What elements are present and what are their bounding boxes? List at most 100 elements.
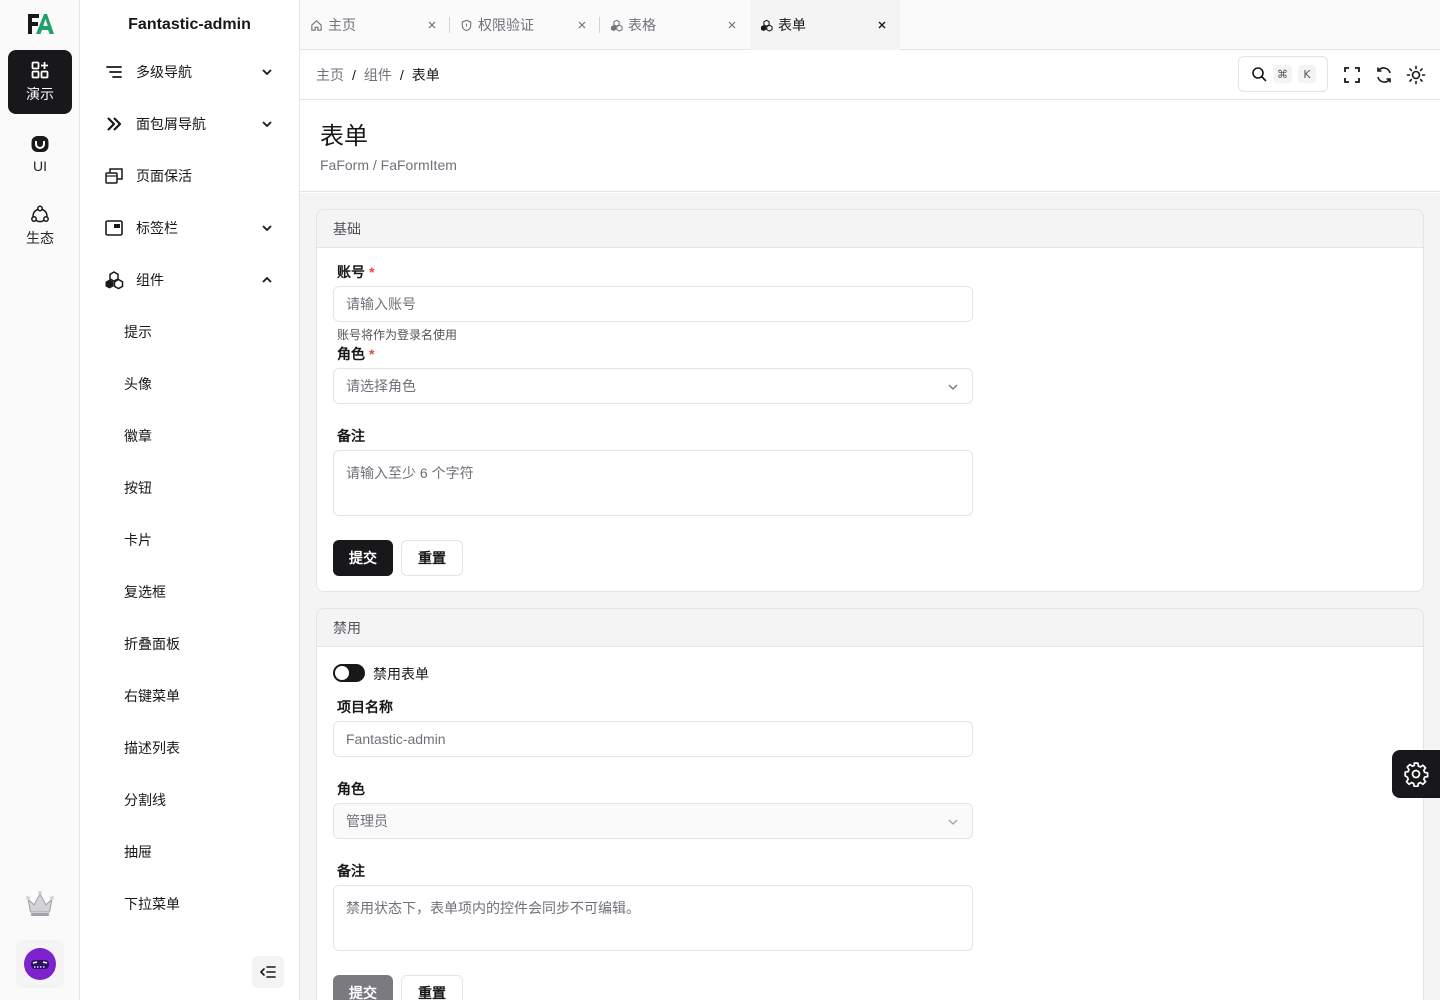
tab-label: 表格 <box>628 17 656 33</box>
components-icon <box>105 271 124 290</box>
rail-item-demo[interactable]: 演示 <box>8 50 72 114</box>
remark-textarea[interactable] <box>333 450 973 516</box>
sidebar-item-components[interactable]: 组件 <box>96 258 284 302</box>
sidebar-item-multilevel-nav[interactable]: 多级导航 <box>96 50 284 94</box>
breadcrumb-item[interactable]: 主页 <box>316 65 344 85</box>
app-title: Fantastic-admin <box>128 16 251 33</box>
close-icon[interactable] <box>576 19 588 31</box>
sidebar-item-card[interactable]: 卡片 <box>96 518 284 562</box>
sidebar-item-descriptions[interactable]: 描述列表 <box>96 726 284 770</box>
refresh-icon[interactable] <box>1374 65 1394 85</box>
role-select-value: 管理员 <box>346 813 388 829</box>
form-card-basic: 基础 账号* 账号将作为登录名使用 角色* 请选择角色 备注 提交 重置 <box>316 209 1424 592</box>
tab-home[interactable]: 主页 <box>300 0 450 50</box>
indent-decrease-icon <box>259 966 276 978</box>
sidebar-item-avatar[interactable]: 头像 <box>96 362 284 406</box>
sidebar-item-breadcrumb-nav[interactable]: 面包屑导航 <box>96 102 284 146</box>
chevron-up-icon <box>262 276 272 283</box>
tab-window-icon <box>105 220 123 236</box>
required-mark: * <box>369 264 375 280</box>
tab-form[interactable]: 表单 <box>750 0 900 50</box>
sidebar-item-label: 标签栏 <box>136 220 178 236</box>
fullscreen-icon[interactable] <box>1342 65 1362 85</box>
rail-item-ecosystem[interactable]: 生态 <box>8 194 72 258</box>
sidebar-item-label: 面包屑导航 <box>136 116 206 132</box>
tab-label: 表单 <box>778 17 806 33</box>
submit-button[interactable]: 提交 <box>333 975 393 1000</box>
settings-button[interactable] <box>1392 750 1440 798</box>
sidebar-item-label: 折叠面板 <box>124 636 180 652</box>
tab-table[interactable]: 表格 <box>600 0 750 50</box>
app-rail: 演示 UI 生态 <box>0 0 80 1000</box>
search-button[interactable]: ⌘ K <box>1238 56 1328 92</box>
chevron-down-icon <box>948 384 958 390</box>
sidebar-item-label: 页面保活 <box>136 168 192 184</box>
main-content: 基础 账号* 账号将作为登录名使用 角色* 请选择角色 备注 提交 重置 禁用 <box>300 193 1440 1000</box>
chevron-down-icon <box>262 225 272 232</box>
shield-icon <box>461 19 472 31</box>
sidebar-item-keep-alive[interactable]: 页面保活 <box>96 154 284 198</box>
disable-form-label: 禁用表单 <box>373 666 429 682</box>
sidebar-item-checkbox[interactable]: 复选框 <box>96 570 284 614</box>
tab-permission[interactable]: 权限验证 <box>450 0 600 50</box>
reset-button[interactable]: 重置 <box>401 975 463 1000</box>
close-icon[interactable] <box>426 19 438 31</box>
card-title: 禁用 <box>333 619 361 636</box>
account-input[interactable] <box>333 286 973 322</box>
role-select[interactable]: 请选择角色 <box>333 368 973 404</box>
breadcrumb-separator: / <box>352 67 356 83</box>
sidebar-item-dropdown[interactable]: 下拉菜单 <box>96 882 284 926</box>
sidebar-collapse-button[interactable] <box>252 956 284 988</box>
crown-icon[interactable] <box>24 888 56 920</box>
sidebar-item-context-menu[interactable]: 右键菜单 <box>96 674 284 718</box>
rail-item-label: UI <box>33 158 47 174</box>
submit-button[interactable]: 提交 <box>333 540 393 576</box>
reset-button[interactable]: 重置 <box>401 540 463 576</box>
sidebar-item-label: 按钮 <box>124 480 152 496</box>
project-name-input[interactable]: Fantastic-admin <box>333 721 973 757</box>
gear-icon <box>1404 762 1429 787</box>
role-label-text: 角色 <box>337 346 365 362</box>
ecosystem-icon <box>31 205 49 223</box>
sidebar-item-label: 徽章 <box>124 428 152 444</box>
components-icon <box>760 19 773 32</box>
sidebar-item-badge[interactable]: 徽章 <box>96 414 284 458</box>
project-name-value: Fantastic-admin <box>346 731 446 747</box>
fa-logo-icon[interactable] <box>26 12 54 36</box>
apps-icon <box>31 61 49 79</box>
disable-form-switch[interactable] <box>333 664 365 682</box>
rail-item-label: 演示 <box>26 86 54 102</box>
chevron-down-icon <box>262 69 272 76</box>
project-name-label: 项目名称 <box>337 699 393 715</box>
role-label: 角色 <box>337 781 365 797</box>
sidebar-item-label: 多级导航 <box>136 64 192 80</box>
sidebar-item-label: 提示 <box>124 324 152 340</box>
close-icon[interactable] <box>726 19 738 31</box>
role-select[interactable]: 管理员 <box>333 803 973 839</box>
sidebar-item-tabbar[interactable]: 标签栏 <box>96 206 284 250</box>
sun-icon[interactable] <box>1406 65 1426 85</box>
search-icon <box>1252 67 1267 82</box>
breadcrumb: 主页 / 组件 / 表单 <box>316 50 440 100</box>
rail-item-ui[interactable]: UI <box>8 122 72 186</box>
sidebar-item-button[interactable]: 按钮 <box>96 466 284 510</box>
sidebar-item-drawer[interactable]: 抽屉 <box>96 830 284 874</box>
ui-icon <box>31 136 49 152</box>
sidebar-item-label: 卡片 <box>124 532 152 548</box>
user-avatar[interactable] <box>16 940 64 988</box>
sidebar-item-tooltip[interactable]: 提示 <box>96 310 284 354</box>
remark-label: 备注 <box>337 428 365 444</box>
sidebar-item-label: 复选框 <box>124 584 166 600</box>
remark-textarea[interactable] <box>333 885 973 951</box>
shortcut-mod-key: ⌘ <box>1273 65 1292 83</box>
shortcut-key: K <box>1298 65 1316 83</box>
breadcrumb-item[interactable]: 组件 <box>364 65 392 85</box>
sidebar-item-label: 抽屉 <box>124 844 152 860</box>
page-description: FaForm / FaFormItem <box>320 157 457 173</box>
breadcrumb-current: 表单 <box>411 67 440 83</box>
close-icon[interactable] <box>876 19 888 31</box>
sidebar-item-divider[interactable]: 分割线 <box>96 778 284 822</box>
avatar-icon <box>24 948 56 980</box>
sidebar-item-collapse[interactable]: 折叠面板 <box>96 622 284 666</box>
tab-label: 权限验证 <box>478 17 534 33</box>
